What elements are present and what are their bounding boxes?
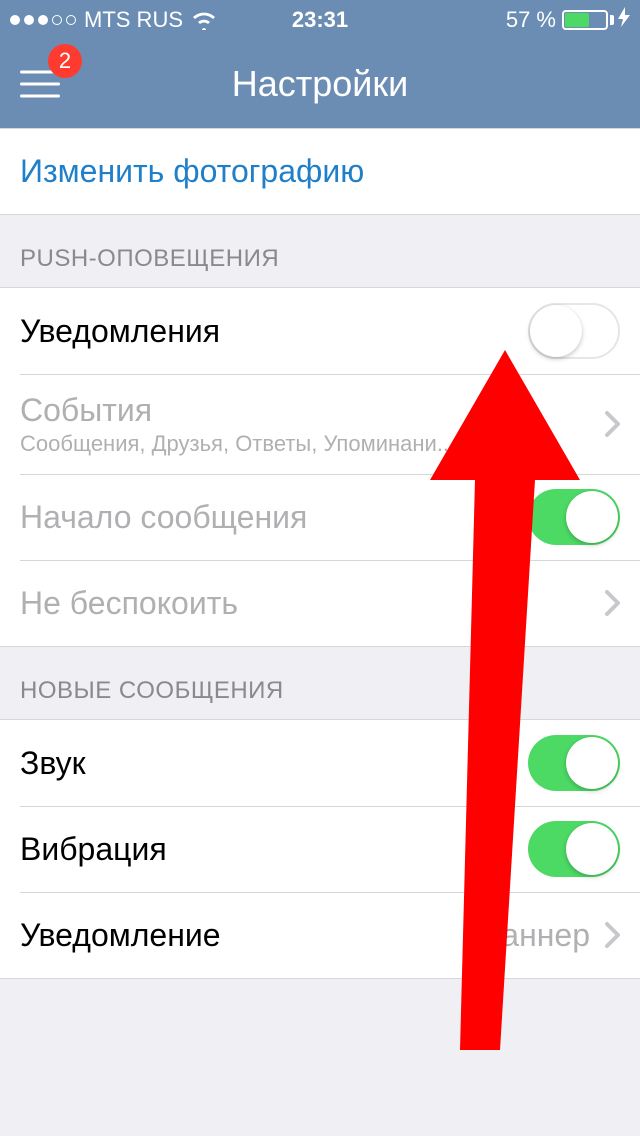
carrier-label: MTS RUS (84, 7, 183, 33)
status-right: 57 % (506, 7, 630, 33)
content: Изменить фотографию PUSH-ОПОВЕЩЕНИЯ Увед… (0, 128, 640, 979)
change-photo-link[interactable]: Изменить фотографию (20, 153, 364, 189)
clock: 23:31 (292, 7, 348, 33)
chevron-right-icon (604, 589, 620, 617)
page-title: Настройки (232, 63, 409, 105)
battery-icon (562, 7, 630, 33)
row-events[interactable]: События Сообщения, Друзья, Ответы, Упоми… (0, 374, 640, 474)
nav-bar: 2 Настройки (0, 40, 640, 128)
chevron-right-icon (604, 921, 620, 949)
row-label: Звук (20, 745, 86, 782)
row-label: Уведомления (20, 313, 220, 350)
row-label: Не беспокоить (20, 585, 238, 622)
section-header-push: PUSH-ОПОВЕЩЕНИЯ (0, 215, 640, 287)
row-label: Начало сообщения (20, 499, 307, 536)
sound-toggle[interactable] (528, 735, 620, 791)
status-bar: MTS RUS 23:31 57 % (0, 0, 640, 40)
row-label: Вибрация (20, 831, 167, 868)
new-messages-list: Звук Вибрация Уведомление Баннер (0, 719, 640, 979)
row-value: Баннер (480, 917, 590, 954)
row-message-preview[interactable]: Начало сообщения (0, 474, 640, 560)
row-alert-type[interactable]: Уведомление Баннер (0, 892, 640, 978)
row-label: События (20, 392, 455, 429)
wifi-icon (191, 10, 217, 30)
notifications-toggle[interactable] (528, 303, 620, 359)
charging-icon (618, 7, 630, 33)
row-dnd[interactable]: Не беспокоить (0, 560, 640, 646)
status-left: MTS RUS (10, 7, 217, 33)
row-sound[interactable]: Звук (0, 720, 640, 806)
section-header-new-messages: НОВЫЕ СООБЩЕНИЯ (0, 647, 640, 719)
row-notifications[interactable]: Уведомления (0, 288, 640, 374)
battery-percent: 57 % (506, 7, 556, 33)
row-label: Уведомление (20, 917, 221, 954)
signal-strength-icon (10, 15, 76, 25)
change-photo-row[interactable]: Изменить фотографию (0, 128, 640, 215)
row-vibration[interactable]: Вибрация (0, 806, 640, 892)
message-preview-toggle[interactable] (528, 489, 620, 545)
chevron-right-icon (604, 410, 620, 438)
push-list: Уведомления События Сообщения, Друзья, О… (0, 287, 640, 647)
notification-badge: 2 (48, 44, 82, 78)
row-subtitle: Сообщения, Друзья, Ответы, Упоминани... (20, 431, 455, 457)
vibration-toggle[interactable] (528, 821, 620, 877)
